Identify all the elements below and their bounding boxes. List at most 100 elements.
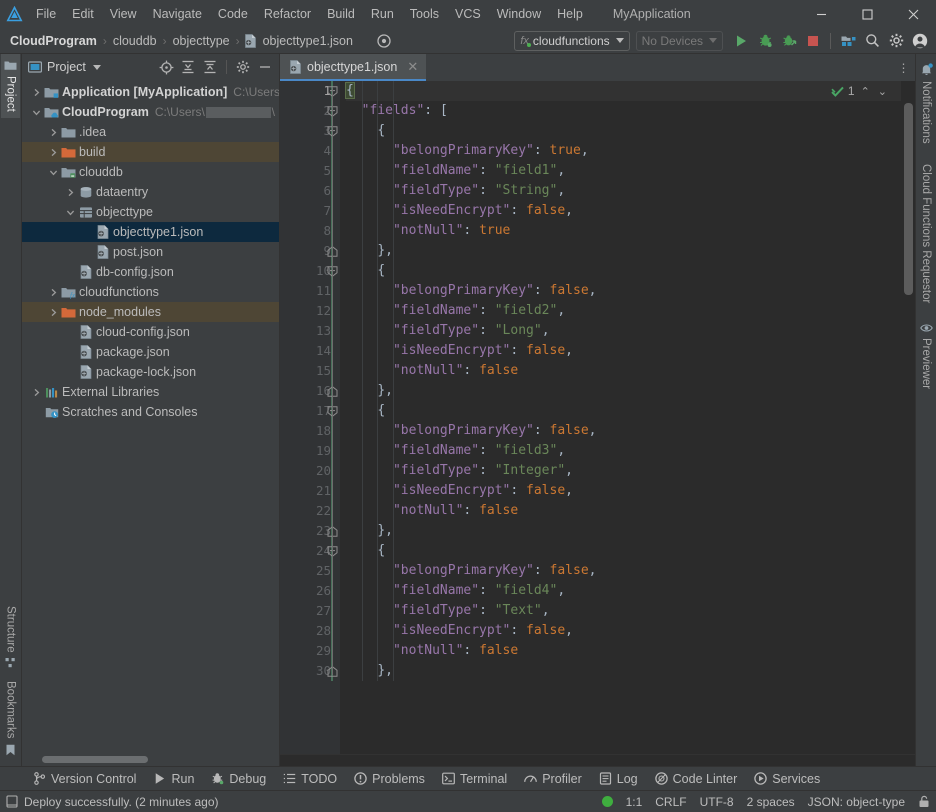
chevron-right-icon[interactable] (30, 88, 43, 97)
code-line[interactable]: }, (346, 521, 901, 541)
menu-window[interactable]: Window (489, 0, 549, 28)
menu-run[interactable]: Run (363, 0, 402, 28)
gear-icon[interactable] (233, 57, 253, 77)
chevron-up-icon[interactable]: ⌃ (859, 85, 872, 98)
tree-node-external-libraries[interactable]: External Libraries (22, 382, 279, 402)
tree-node-build[interactable]: build (22, 142, 279, 162)
code-line[interactable]: { (346, 121, 901, 141)
close-icon[interactable]: ✕ (407, 59, 418, 75)
tree-node-dataentry[interactable]: dataentry (22, 182, 279, 202)
code-line[interactable]: "notNull": true (346, 221, 901, 241)
close-button[interactable] (890, 0, 936, 28)
code-line[interactable]: "fieldType": "Integer", (346, 461, 901, 481)
rail-button-previewer[interactable]: Previewer (917, 316, 936, 396)
chevron-down-icon[interactable] (64, 208, 77, 217)
code-line[interactable]: "fieldName": "field1", (346, 161, 901, 181)
editor-tab-objecttype1[interactable]: objecttype1.json ✕ (280, 54, 427, 81)
code-line[interactable]: }, (346, 381, 901, 401)
tree-node-cloudprogram[interactable]: CloudProgram C:\Users\ \ (22, 102, 279, 122)
code-content[interactable]: { "fields": [ { "belongPrimaryKey": true… (340, 81, 901, 754)
menu-build[interactable]: Build (319, 0, 363, 28)
menu-refactor[interactable]: Refactor (256, 0, 319, 28)
tree-node-objecttype[interactable]: objecttype (22, 202, 279, 222)
stop-button[interactable] (801, 29, 825, 53)
code-line[interactable]: "notNull": false (346, 501, 901, 521)
code-line[interactable]: "isNeedEncrypt": false, (346, 341, 901, 361)
chevron-right-icon[interactable] (30, 388, 43, 397)
rail-button-project[interactable]: Project (1, 54, 20, 118)
tool-window-run[interactable]: Run (146, 770, 201, 788)
fold-markers-column[interactable] (324, 81, 340, 754)
rail-button-notifications[interactable]: Notifications (917, 56, 936, 151)
tree-node-cloudfunctions[interactable]: fx cloudfunctions (22, 282, 279, 302)
run-configuration-selector[interactable]: fx cloudfunctions (514, 30, 630, 51)
tree-node-db-config-json[interactable]: db-config.json (22, 262, 279, 282)
caret-position[interactable]: 1:1 (626, 795, 643, 809)
code-line[interactable]: "fieldName": "field2", (346, 301, 901, 321)
code-line[interactable]: "isNeedEncrypt": false, (346, 621, 901, 641)
tree-node-clouddb[interactable]: clouddb (22, 162, 279, 182)
code-line[interactable]: { (346, 261, 901, 281)
code-line[interactable]: "belongPrimaryKey": false, (346, 421, 901, 441)
chevron-right-icon[interactable] (47, 128, 60, 137)
code-line[interactable]: "fieldType": "Text", (346, 601, 901, 621)
scrollbar-thumb[interactable] (904, 103, 913, 295)
run-button[interactable] (729, 29, 753, 53)
search-button[interactable] (860, 29, 884, 53)
breadcrumb-item-file[interactable]: objecttype1.json (261, 34, 355, 48)
file-type[interactable]: JSON: object-type (808, 795, 905, 809)
menu-code[interactable]: Code (210, 0, 256, 28)
code-line[interactable]: "belongPrimaryKey": false, (346, 281, 901, 301)
tree-node-idea[interactable]: .idea (22, 122, 279, 142)
chevron-right-icon[interactable] (64, 188, 77, 197)
inspections-widget[interactable]: 1 ⌃ ⌄ (831, 84, 889, 98)
tool-window-debug[interactable]: Debug (204, 770, 273, 788)
expand-all-icon[interactable] (178, 57, 198, 77)
scrollbar-thumb[interactable] (42, 756, 148, 763)
debug-button[interactable] (753, 29, 777, 53)
tree-node-objecttype1-json[interactable]: objecttype1.json (22, 222, 279, 242)
menu-edit[interactable]: Edit (64, 0, 102, 28)
menu-vcs[interactable]: VCS (447, 0, 489, 28)
chevron-down-icon[interactable]: ⌄ (876, 85, 889, 98)
tool-window-problems[interactable]: Problems (347, 770, 432, 788)
code-line[interactable]: "isNeedEncrypt": false, (346, 481, 901, 501)
project-horizontal-scrollbar[interactable] (22, 752, 279, 766)
chevron-down-icon[interactable] (47, 168, 60, 177)
account-button[interactable] (908, 29, 932, 53)
tool-window-todo[interactable]: TODO (276, 770, 344, 788)
tree-node-post-json[interactable]: post.json (22, 242, 279, 262)
breadcrumb-item-objecttype[interactable]: objecttype (171, 34, 232, 48)
editor-gutter[interactable]: 1 2 3 4 5 6 7 8 9 10 11 12 13 14 15 16 17 18 19 20 21 22 23 24 2… (280, 81, 340, 754)
code-line[interactable]: "fieldName": "field4", (346, 581, 901, 601)
code-line[interactable]: "belongPrimaryKey": false, (346, 561, 901, 581)
code-line[interactable]: { (345, 81, 901, 101)
rail-button-structure[interactable]: Structure (2, 600, 20, 676)
tree-node-scratches-and-consoles[interactable]: Scratches and Consoles (22, 402, 279, 422)
chevron-right-icon[interactable] (47, 288, 60, 297)
chevron-right-icon[interactable] (47, 308, 60, 317)
chevron-right-icon[interactable] (47, 148, 60, 157)
line-separator[interactable]: CRLF (655, 795, 686, 809)
code-line[interactable]: { (346, 541, 901, 561)
code-line[interactable]: { (346, 401, 901, 421)
tree-node-package-lock-json[interactable]: package-lock.json (22, 362, 279, 382)
code-line[interactable]: "fieldName": "field3", (346, 441, 901, 461)
code-line[interactable]: "belongPrimaryKey": true, (346, 141, 901, 161)
file-encoding[interactable]: UTF-8 (700, 795, 734, 809)
code-line[interactable]: "notNull": false (346, 361, 901, 381)
editor-horizontal-scrollbar[interactable] (280, 754, 915, 766)
menu-tools[interactable]: Tools (402, 0, 447, 28)
notification-icon[interactable] (6, 795, 18, 808)
tree-node-application-myapplication[interactable]: Application [MyApplication] C:\Users (22, 82, 279, 102)
indent-setting[interactable]: 2 spaces (747, 795, 795, 809)
project-tree[interactable]: Application [MyApplication] C:\Users Cloud… (22, 80, 279, 752)
minimize-button[interactable] (798, 0, 844, 28)
code-line[interactable]: }, (346, 661, 901, 681)
code-line[interactable]: "fieldType": "Long", (346, 321, 901, 341)
chevron-down-icon[interactable] (30, 108, 43, 117)
device-selector[interactable]: No Devices (635, 30, 723, 51)
chevron-down-icon[interactable] (92, 64, 101, 70)
menu-file[interactable]: File (28, 0, 64, 28)
code-line[interactable]: }, (346, 241, 901, 261)
